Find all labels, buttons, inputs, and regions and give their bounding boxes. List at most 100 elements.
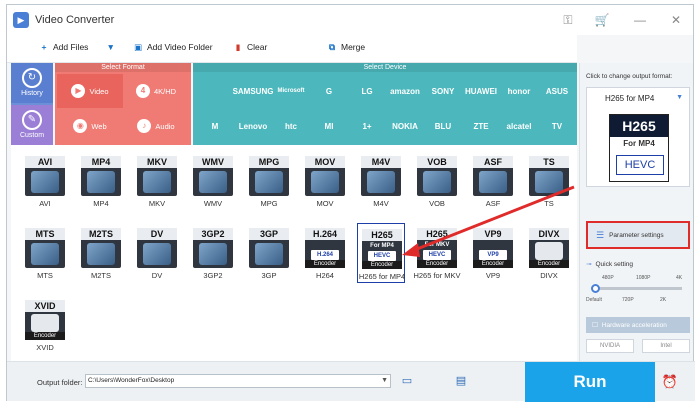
- tab-video[interactable]: ▶ Video: [57, 74, 123, 108]
- chevron-down-icon[interactable]: ▼: [381, 375, 388, 387]
- device-honor[interactable]: honor: [499, 74, 539, 108]
- slider-label: 4K: [676, 275, 683, 281]
- format-tile-xvid[interactable]: XVID Encoder XVID: [21, 295, 69, 355]
- device-microsoft[interactable]: Microsoft: [271, 74, 311, 108]
- device-amazon[interactable]: amazon: [385, 74, 425, 108]
- format-picture: [31, 171, 59, 193]
- device-tv[interactable]: TV: [537, 109, 577, 143]
- device-samsung[interactable]: SAMSUNG: [233, 74, 274, 108]
- format-picture: [143, 171, 171, 193]
- device-asus[interactable]: ASUS: [537, 74, 577, 108]
- format-tile-m2ts[interactable]: M2TS M2TS: [77, 223, 125, 283]
- close-button[interactable]: ✕: [667, 11, 685, 29]
- alarm-clock-icon[interactable]: ⏰: [661, 374, 679, 392]
- output-format-selector[interactable]: H265 for MP4 ▼ H265 For MP4 HEVC: [586, 87, 690, 187]
- format-label: M4V: [373, 199, 389, 208]
- nvidia-option[interactable]: NVIDIA: [586, 339, 634, 353]
- format-tile-vp9[interactable]: VP9 VP9 Encoder VP9: [469, 223, 517, 283]
- format-tag: MTS: [25, 228, 65, 240]
- device-nokia[interactable]: NOKIA: [385, 109, 425, 143]
- format-tile-avi[interactable]: AVI AVI: [21, 151, 69, 211]
- format-tile-h265-for-mp4[interactable]: H265 For MP4 HEVC Encoder H265 for MP4: [357, 223, 405, 283]
- format-tile-dv[interactable]: DV DV: [133, 223, 181, 283]
- tab-audio[interactable]: ♪ Audio: [123, 109, 189, 143]
- format-tile-ts[interactable]: TS TS: [525, 151, 573, 211]
- custom-button[interactable]: ✎ Custom: [11, 105, 53, 145]
- merge-icon: ⧉: [328, 42, 336, 52]
- h265-format-icon: H265 For MP4 HEVC: [609, 114, 669, 182]
- format-icon: VOB: [417, 156, 457, 196]
- format-tile-mts[interactable]: MTS MTS: [21, 223, 69, 283]
- device-apple[interactable]: [195, 74, 235, 108]
- selected-format-name: H265 for MP4: [605, 94, 655, 103]
- format-tile-h265-for-mkv[interactable]: H265 For MKV HEVC Encoder H265 for MKV: [413, 223, 461, 283]
- big-icon-codec: HEVC: [616, 155, 664, 175]
- tab-4k-hd[interactable]: 4 4K/HD: [123, 74, 189, 108]
- checkbox-icon[interactable]: ☐: [592, 321, 598, 329]
- format-tile-m4v[interactable]: M4V M4V: [357, 151, 405, 211]
- format-picture: [423, 171, 451, 193]
- format-picture: [311, 171, 339, 193]
- device-g[interactable]: G: [309, 74, 349, 108]
- format-tile-wmv[interactable]: WMV WMV: [189, 151, 237, 211]
- format-picture: [479, 171, 507, 193]
- format-label: H265 for MKV: [413, 271, 461, 280]
- slider-label: 720P: [622, 297, 634, 303]
- device-htc[interactable]: htc: [271, 109, 311, 143]
- browse-folder-icon[interactable]: ▭: [399, 374, 415, 388]
- output-folder-input[interactable]: C:\Users\WonderFox\Desktop ▼: [85, 374, 391, 388]
- format-codec: H.264: [311, 250, 339, 260]
- select-device-header: Select Device: [193, 63, 577, 72]
- app-title: Video Converter: [35, 14, 115, 26]
- titlebar: ▶ Video Converter ⚿ 🛒 — ✕: [7, 5, 693, 35]
- slider-track[interactable]: [594, 287, 682, 290]
- format-label: H264: [316, 271, 334, 280]
- format-tile-h264[interactable]: H.264 H.264 Encoder H264: [301, 223, 349, 283]
- key-icon[interactable]: ⚿: [559, 11, 577, 29]
- quality-slider[interactable]: 480P 1080P 4K Default 720P 2K: [586, 271, 690, 307]
- history-button[interactable]: ↻ History: [11, 63, 53, 103]
- intel-option[interactable]: Intel: [642, 339, 690, 353]
- format-tile-mkv[interactable]: MKV MKV: [133, 151, 181, 211]
- clear-button[interactable]: ▮ Clear: [233, 42, 268, 52]
- device-huawei[interactable]: HUAWEI: [461, 74, 501, 108]
- hardware-acceleration-button[interactable]: ☐ Hardware acceleration: [586, 317, 690, 333]
- device-mi[interactable]: MI: [309, 109, 349, 143]
- tab-web[interactable]: ◉ Web: [57, 109, 123, 143]
- device-motorola[interactable]: M: [195, 109, 235, 143]
- format-tile-vob[interactable]: VOB VOB: [413, 151, 461, 211]
- device-lg[interactable]: LG: [347, 74, 387, 108]
- merge-button[interactable]: ⧉ Merge: [327, 42, 365, 52]
- format-tile-mpg[interactable]: MPG MPG: [245, 151, 293, 211]
- format-tile-3gp2[interactable]: 3GP2 3GP2: [189, 223, 237, 283]
- custom-icon: ✎: [22, 110, 42, 130]
- format-tile-divx[interactable]: DIVX Encoder DIVX: [525, 223, 573, 283]
- device-lenovo[interactable]: Lenovo: [233, 109, 273, 143]
- device-alcatel[interactable]: alcatel: [499, 109, 539, 143]
- format-tile-mov[interactable]: MOV MOV: [301, 151, 349, 211]
- format-tile-3gp[interactable]: 3GP 3GP: [245, 223, 293, 283]
- parameter-settings-button[interactable]: ☰ Parameter settings: [586, 221, 690, 249]
- device-blu[interactable]: BLU: [423, 109, 463, 143]
- encoder-label: Encoder: [417, 260, 457, 268]
- add-files-button[interactable]: + Add Files ▼: [39, 42, 115, 52]
- slider-label: 1080P: [636, 275, 651, 281]
- device-1-[interactable]: 1+: [347, 109, 387, 143]
- device-zte[interactable]: ZTE: [461, 109, 501, 143]
- minimize-button[interactable]: —: [631, 11, 649, 29]
- encoder-label: Encoder: [305, 260, 345, 268]
- format-tag: 3GP: [249, 228, 289, 240]
- slider-knob[interactable]: [591, 284, 600, 293]
- chevron-down-icon[interactable]: ▼: [676, 94, 683, 101]
- cart-icon[interactable]: 🛒: [593, 11, 611, 29]
- add-video-folder-button[interactable]: ▣ Add Video Folder: [133, 42, 213, 52]
- chevron-down-icon[interactable]: ▼: [106, 42, 114, 52]
- format-label: 3GP2: [203, 271, 223, 280]
- bottom-bar: Output folder: C:\Users\WonderFox\Deskto…: [7, 361, 695, 402]
- open-folder-icon[interactable]: ▤: [453, 374, 469, 388]
- format-icon: 3GP2: [193, 228, 233, 268]
- format-tile-asf[interactable]: ASF ASF: [469, 151, 517, 211]
- format-tile-mp4[interactable]: MP4 MP4: [77, 151, 125, 211]
- device-sony[interactable]: SONY: [423, 74, 463, 108]
- run-button[interactable]: Run: [525, 362, 655, 402]
